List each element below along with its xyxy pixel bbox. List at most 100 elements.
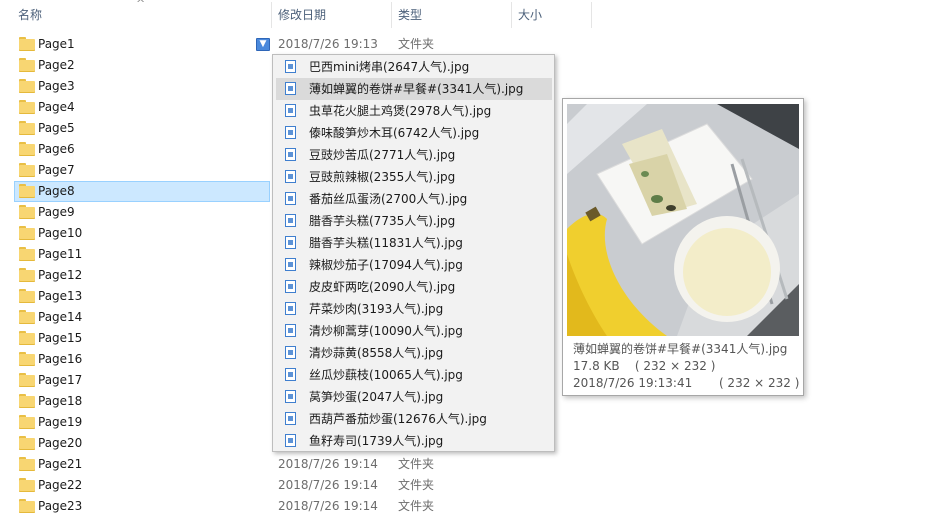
image-file-icon (285, 60, 296, 73)
header-divider[interactable] (391, 2, 392, 28)
dropdown-file-item[interactable]: 鱼籽寿司(1739人气).jpg (276, 430, 552, 452)
folder-icon (19, 499, 35, 513)
folder-modified-date: 2018/7/26 19:14 (278, 499, 378, 513)
dropdown-file-item[interactable]: 清炒柳蒿芽(10090人气).jpg (276, 320, 552, 342)
image-file-icon (285, 324, 296, 337)
folder-name[interactable]: Page11 (38, 244, 82, 265)
header-divider[interactable] (591, 2, 592, 28)
dropdown-file-label: 薄如蝉翼的卷饼#早餐#(3341人气).jpg (309, 82, 524, 96)
folder-name[interactable]: Page1 (38, 34, 75, 55)
folder-row[interactable]: Page21 2018/7/26 19:14 文件夹 (0, 454, 928, 475)
preview-date: 2018/7/26 19:13:41 ( 232 × 232 ) (573, 376, 800, 390)
folder-name[interactable]: Page23 (38, 496, 82, 517)
dropdown-file-item[interactable]: 丝瓜炒蕻枝(10065人气).jpg (276, 364, 552, 386)
header-type[interactable]: 类型 (398, 0, 422, 30)
folder-type: 文件夹 (398, 37, 435, 51)
image-file-icon (285, 236, 296, 249)
folder-name[interactable]: Page22 (38, 475, 82, 496)
dropdown-file-item[interactable]: 巴西mini烤串(2647人气).jpg (276, 56, 552, 78)
dropdown-file-item[interactable]: 豆豉炒苦瓜(2771人气).jpg (276, 144, 552, 166)
folder-name[interactable]: Page17 (38, 370, 82, 391)
dropdown-file-item[interactable]: 番茄丝瓜蛋汤(2700人气).jpg (276, 188, 552, 210)
folder-name[interactable]: Page5 (38, 118, 75, 139)
image-file-icon (285, 346, 296, 359)
dropdown-file-item[interactable]: 芹菜炒肉(3193人气).jpg (276, 298, 552, 320)
folder-name[interactable]: Page18 (38, 391, 82, 412)
folder-icon (19, 310, 35, 324)
folder-name[interactable]: Page9 (38, 202, 75, 223)
image-file-icon (285, 82, 296, 95)
header-divider[interactable] (271, 2, 272, 28)
dropdown-file-item[interactable]: 薄如蝉翼的卷饼#早餐#(3341人气).jpg (276, 78, 552, 100)
image-file-icon (285, 214, 296, 227)
dropdown-file-item[interactable]: 腊香芋头糕(7735人气).jpg (276, 210, 552, 232)
dropdown-file-item[interactable]: 西葫芦番茄炒蛋(12676人气).jpg (276, 408, 552, 430)
image-file-icon (285, 280, 296, 293)
folder-row[interactable]: Page22 2018/7/26 19:14 文件夹 (0, 475, 928, 496)
dropdown-file-label: 清炒蒜黄(8558人气).jpg (309, 346, 444, 360)
image-file-icon (285, 258, 296, 271)
image-file-icon (285, 126, 296, 139)
folder-icon (19, 478, 35, 492)
image-file-icon (285, 192, 296, 205)
image-file-icon (285, 302, 296, 315)
folder-icon (19, 79, 35, 93)
folder-name[interactable]: Page16 (38, 349, 82, 370)
dropdown-file-label: 傣味酸笋炒木耳(6742人气).jpg (309, 126, 480, 140)
folder-icon (19, 289, 35, 303)
folder-icon (19, 394, 35, 408)
folder-name[interactable]: Page13 (38, 286, 82, 307)
sort-ascending-icon: ^ (136, 0, 146, 10)
dropdown-file-item[interactable]: 莴笋炒蛋(2047人气).jpg (276, 386, 552, 408)
folder-name[interactable]: Page3 (38, 76, 75, 97)
folder-name[interactable]: Page10 (38, 223, 82, 244)
folder-icon (19, 163, 35, 177)
dropdown-file-label: 西葫芦番茄炒蛋(12676人气).jpg (309, 412, 487, 426)
dropdown-file-item[interactable]: 傣味酸笋炒木耳(6742人气).jpg (276, 122, 552, 144)
folder-name[interactable]: Page20 (38, 433, 82, 454)
preview-size: 17.8 KB ( 232 × 232 ) (573, 359, 716, 373)
dropdown-file-label: 清炒柳蒿芽(10090人气).jpg (309, 324, 463, 338)
dropdown-file-label: 莴笋炒蛋(2047人气).jpg (309, 390, 444, 404)
dropdown-file-item[interactable]: 腊香芋头糕(11831人气).jpg (276, 232, 552, 254)
header-name[interactable]: 名称 (18, 0, 42, 30)
image-file-icon (285, 390, 296, 403)
header-date[interactable]: 修改日期 (278, 0, 326, 30)
dropdown-file-item[interactable]: 清炒蒜黄(8558人气).jpg (276, 342, 552, 364)
dropdown-file-item[interactable]: 虫草花火腿土鸡煲(2978人气).jpg (276, 100, 552, 122)
dropdown-file-label: 皮皮虾两吃(2090人气).jpg (309, 280, 456, 294)
dropdown-file-label: 豆豉煎辣椒(2355人气).jpg (309, 170, 456, 184)
folder-name[interactable]: Page6 (38, 139, 75, 160)
folder-name[interactable]: Page2 (38, 55, 75, 76)
folder-icon (19, 373, 35, 387)
dropdown-file-label: 芹菜炒肉(3193人气).jpg (309, 302, 444, 316)
folder-name[interactable]: Page7 (38, 160, 75, 181)
folder-name[interactable]: Page12 (38, 265, 82, 286)
folder-row[interactable]: Page1 2018/7/26 19:13 文件夹 ▼ (0, 34, 928, 55)
dropdown-file-label: 丝瓜炒蕻枝(10065人气).jpg (309, 368, 463, 382)
folder-name[interactable]: Page4 (38, 97, 75, 118)
folder-icon (19, 205, 35, 219)
header-size[interactable]: 大小 (518, 0, 542, 30)
folder-row[interactable]: Page23 2018/7/26 19:14 文件夹 (0, 496, 928, 517)
dropdown-file-item[interactable]: 豆豉煎辣椒(2355人气).jpg (276, 166, 552, 188)
image-file-icon (285, 412, 296, 425)
folder-name[interactable]: Page14 (38, 307, 82, 328)
folder-name[interactable]: Page21 (38, 454, 82, 475)
food-thumbnail-image (567, 104, 799, 336)
dropdown-file-label: 豆豉炒苦瓜(2771人气).jpg (309, 148, 456, 162)
header-divider[interactable] (511, 2, 512, 28)
folder-icon (19, 142, 35, 156)
image-file-icon (285, 434, 296, 447)
folder-name[interactable]: Page8 (38, 181, 75, 202)
folder-name[interactable]: Page15 (38, 328, 82, 349)
folder-icon (19, 37, 35, 51)
folder-icon (19, 415, 35, 429)
dropdown-file-item[interactable]: 辣椒炒茄子(17094人气).jpg (276, 254, 552, 276)
folder-icon (19, 331, 35, 345)
folder-icon (19, 58, 35, 72)
dropdown-file-item[interactable]: 皮皮虾两吃(2090人气).jpg (276, 276, 552, 298)
folder-name[interactable]: Page19 (38, 412, 82, 433)
expand-dropdown-icon[interactable]: ▼ (256, 38, 270, 51)
folder-icon (19, 226, 35, 240)
